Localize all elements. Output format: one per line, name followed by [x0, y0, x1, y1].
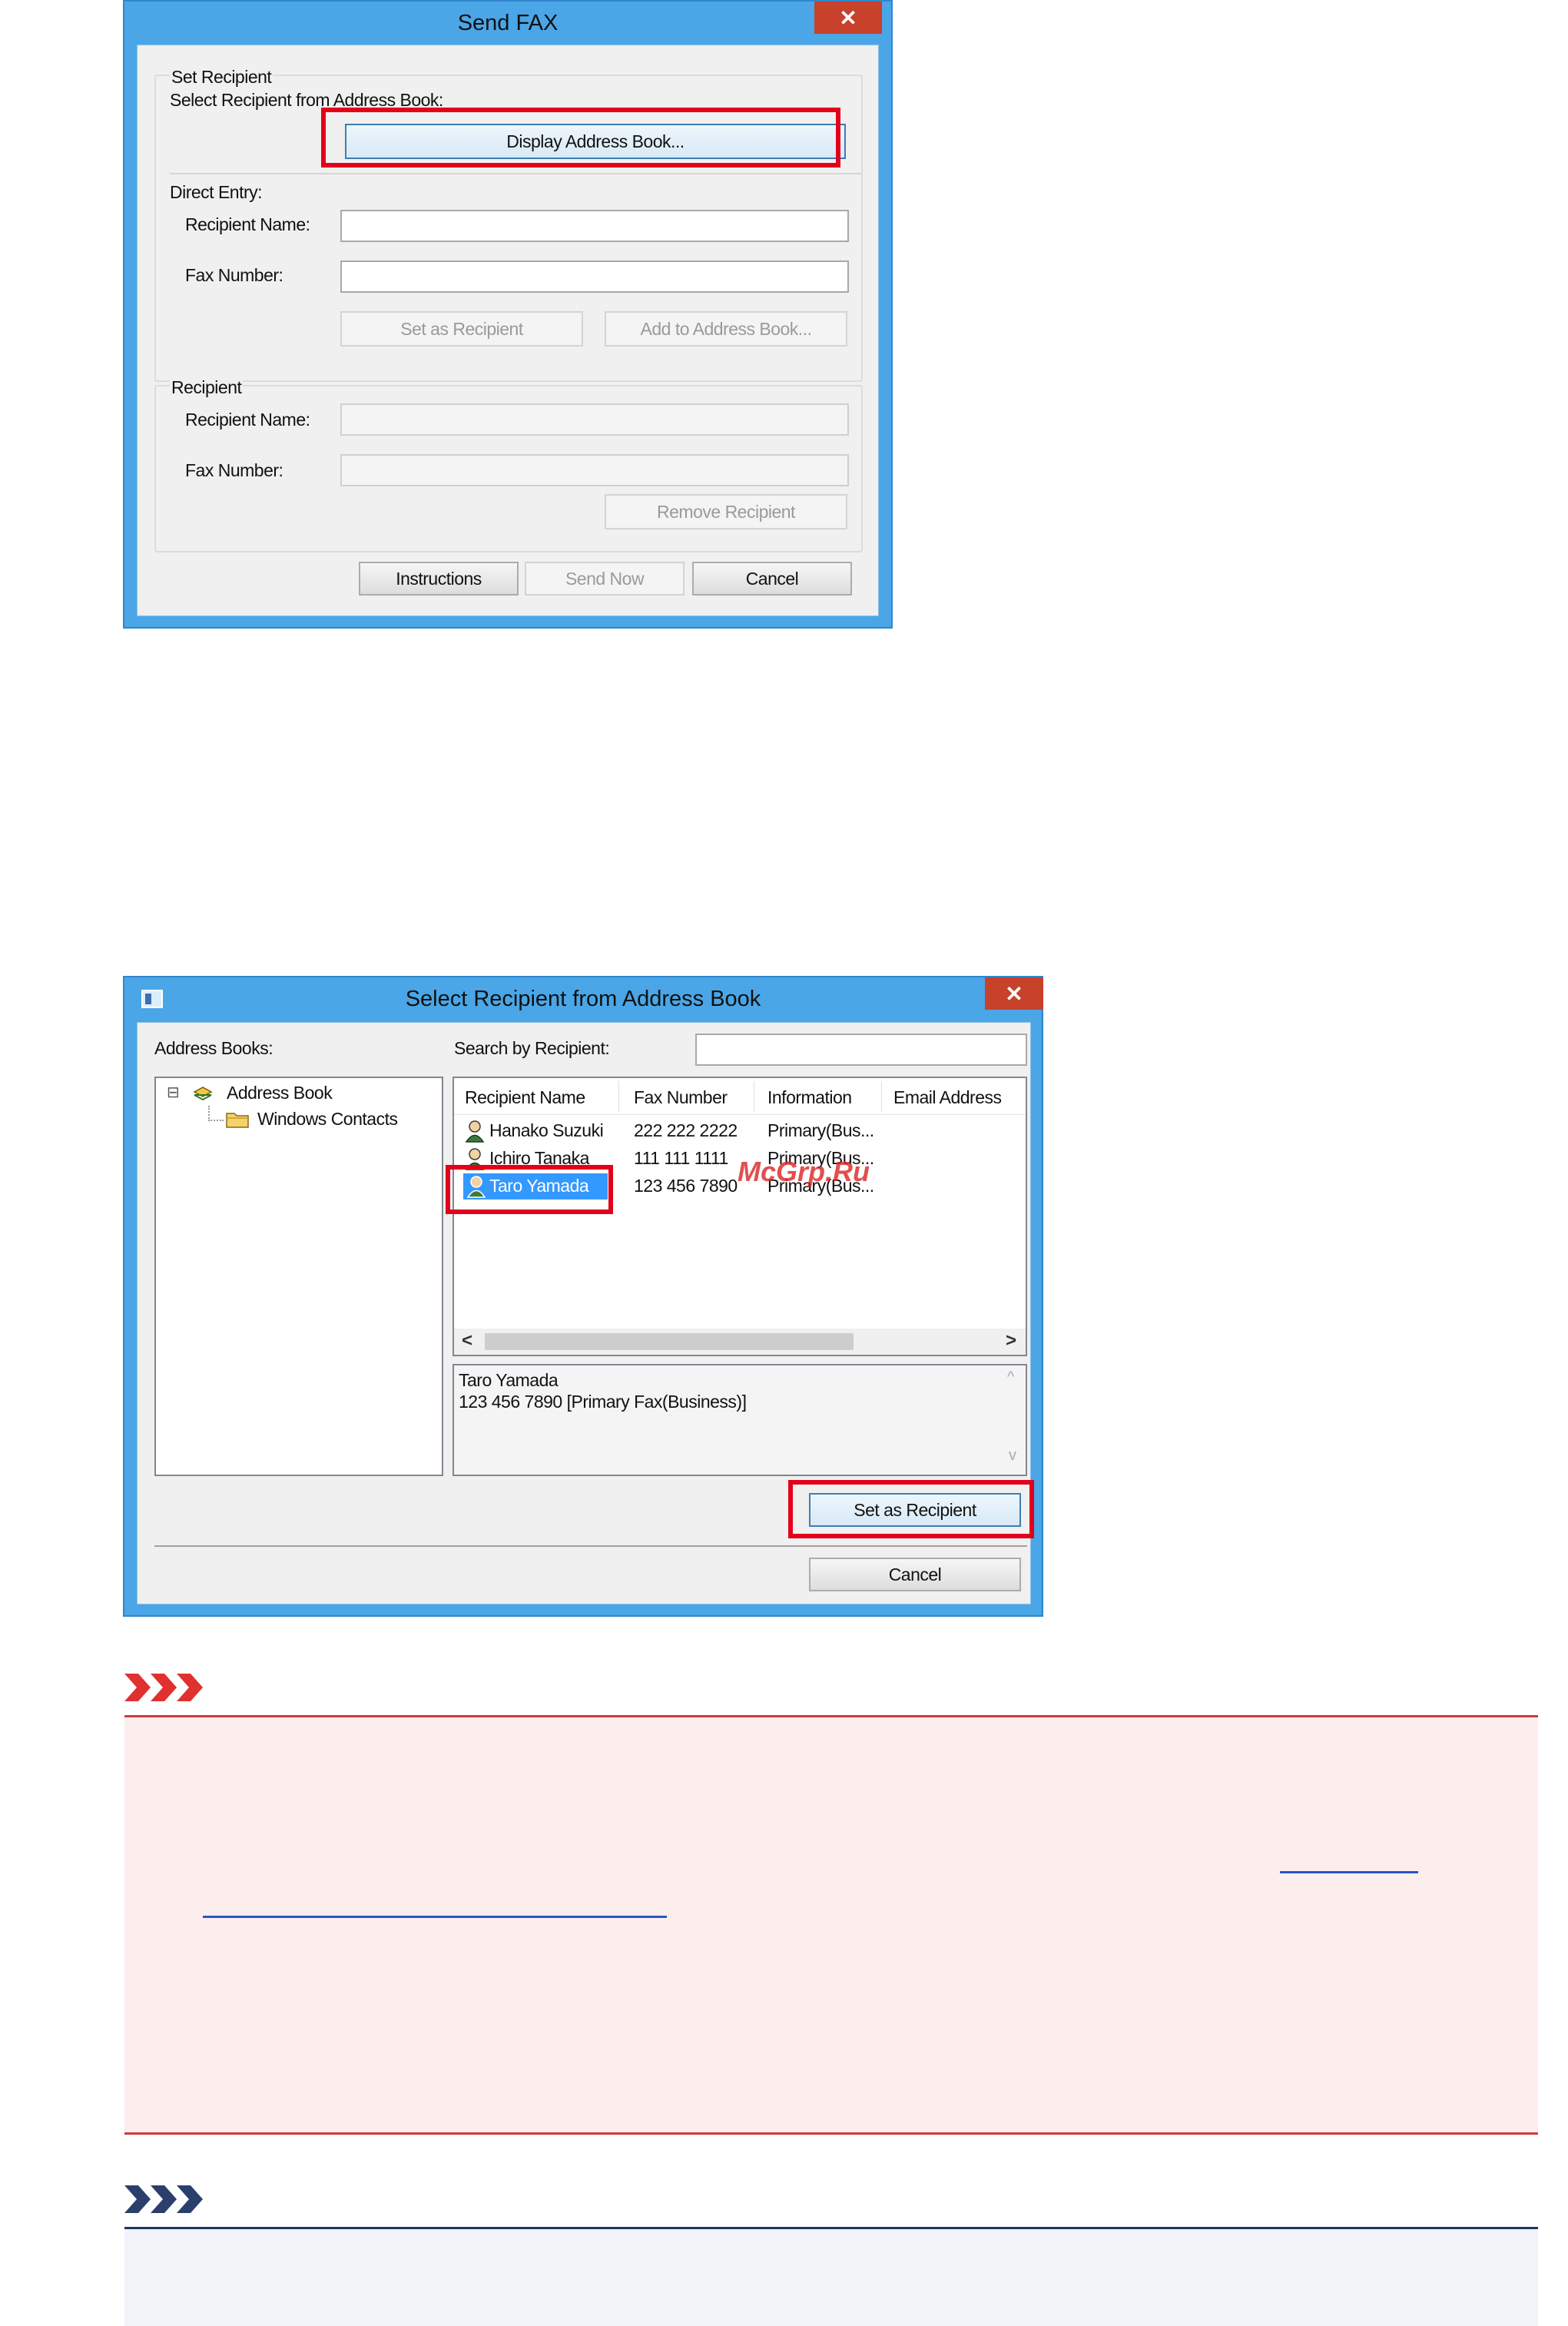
reference-link[interactable]	[1280, 1871, 1418, 1873]
detail-name: Taro Yamada	[459, 1370, 559, 1390]
tree-item-windows-contacts[interactable]: Windows Contacts	[257, 1109, 398, 1130]
cell-fax-number: 222 222 2222	[634, 1120, 738, 1140]
recipient-group-label: Recipient	[170, 377, 244, 398]
remove-recipient-button[interactable]: Remove Recipient	[605, 494, 847, 529]
cell-fax-number: 123 456 7890	[634, 1176, 738, 1196]
fax-number-input[interactable]	[340, 260, 849, 293]
send-now-button[interactable]: Send Now	[525, 562, 685, 596]
column-header-fax-number[interactable]: Fax Number	[634, 1087, 728, 1108]
separator	[170, 173, 861, 174]
scroll-left-button[interactable]: <	[462, 1330, 472, 1352]
fax-number-label: Fax Number:	[185, 265, 283, 285]
direct-entry-label: Direct Entry:	[170, 182, 263, 202]
cell-recipient-name: Hanako Suzuki	[489, 1120, 604, 1140]
table-row[interactable]: Hanako Suzuki 222 222 2222 Primary(Bus..…	[454, 1118, 1026, 1144]
window-title: Send FAX	[457, 10, 559, 35]
tree-expand-icon[interactable]: ⊟	[167, 1083, 180, 1102]
address-books-label: Address Books:	[154, 1038, 273, 1058]
recipient-detail-box: Taro Yamada 123 456 7890 [Primary Fax(Bu…	[452, 1364, 1027, 1476]
reference-link[interactable]	[203, 1916, 667, 1918]
cell-fax-number: 111 111 1111	[634, 1148, 728, 1168]
send-fax-window: Send FAX ✕ Set Recipient Select Recipien…	[123, 0, 893, 629]
recipient-list[interactable]: Recipient Name Fax Number Information Em…	[452, 1077, 1027, 1356]
set-as-recipient-button[interactable]: Set as Recipient	[340, 311, 583, 347]
column-header-information[interactable]: Information	[767, 1087, 852, 1108]
column-header-email-address[interactable]: Email Address	[893, 1087, 1002, 1108]
note-icon	[124, 2184, 203, 2218]
scroll-down-button[interactable]: v	[1009, 1447, 1016, 1465]
add-to-address-book-button[interactable]: Add to Address Book...	[605, 311, 847, 347]
separator	[154, 1545, 1027, 1547]
folder-icon	[225, 1109, 250, 1129]
fax-number-readonly	[340, 454, 849, 486]
tree-item-address-book[interactable]: Address Book	[227, 1083, 333, 1103]
fax-number-label: Fax Number:	[185, 460, 283, 480]
contact-icon	[465, 1120, 485, 1143]
recipient-name-label: Recipient Name:	[185, 410, 310, 430]
important-icon	[124, 1672, 203, 1707]
scrollbar-thumb[interactable]	[485, 1333, 854, 1350]
search-by-recipient-label: Search by Recipient:	[454, 1038, 610, 1058]
tree-connector	[208, 1106, 224, 1121]
highlight-set-as-recipient	[788, 1480, 1034, 1538]
window-title: Select Recipient from Address Book	[405, 986, 761, 1011]
cell-information: Primary(Bus...	[767, 1120, 874, 1140]
recipient-name-label: Recipient Name:	[185, 214, 310, 234]
column-header-recipient-name[interactable]: Recipient Name	[465, 1087, 585, 1108]
address-book-tree: ⊟ Address Book Windows Contacts	[154, 1077, 443, 1476]
close-button[interactable]: ✕	[814, 2, 882, 34]
note-box	[124, 2227, 1538, 2326]
search-input[interactable]	[695, 1034, 1027, 1066]
recipient-name-readonly	[340, 403, 849, 436]
scroll-up-button[interactable]: ^	[1007, 1369, 1014, 1386]
highlight-selected-recipient	[446, 1165, 613, 1214]
recipient-name-input[interactable]	[340, 210, 849, 242]
cancel-button[interactable]: Cancel	[692, 562, 852, 596]
detail-fax: 123 456 7890 [Primary Fax(Business)]	[459, 1392, 747, 1412]
list-header: Recipient Name Fax Number Information Em…	[454, 1078, 1026, 1115]
scroll-right-button[interactable]: >	[1006, 1330, 1016, 1352]
important-notice-box	[124, 1715, 1538, 2135]
cancel-button[interactable]: Cancel	[809, 1558, 1021, 1591]
watermark: McGrp.Ru	[738, 1156, 870, 1187]
address-book-icon	[193, 1086, 213, 1103]
highlight-display-address-book	[321, 108, 840, 168]
horizontal-scrollbar[interactable]: < >	[454, 1329, 1026, 1355]
instructions-button[interactable]: Instructions	[359, 562, 519, 596]
close-button[interactable]: ✕	[985, 977, 1043, 1010]
set-recipient-label: Set Recipient	[170, 67, 273, 88]
